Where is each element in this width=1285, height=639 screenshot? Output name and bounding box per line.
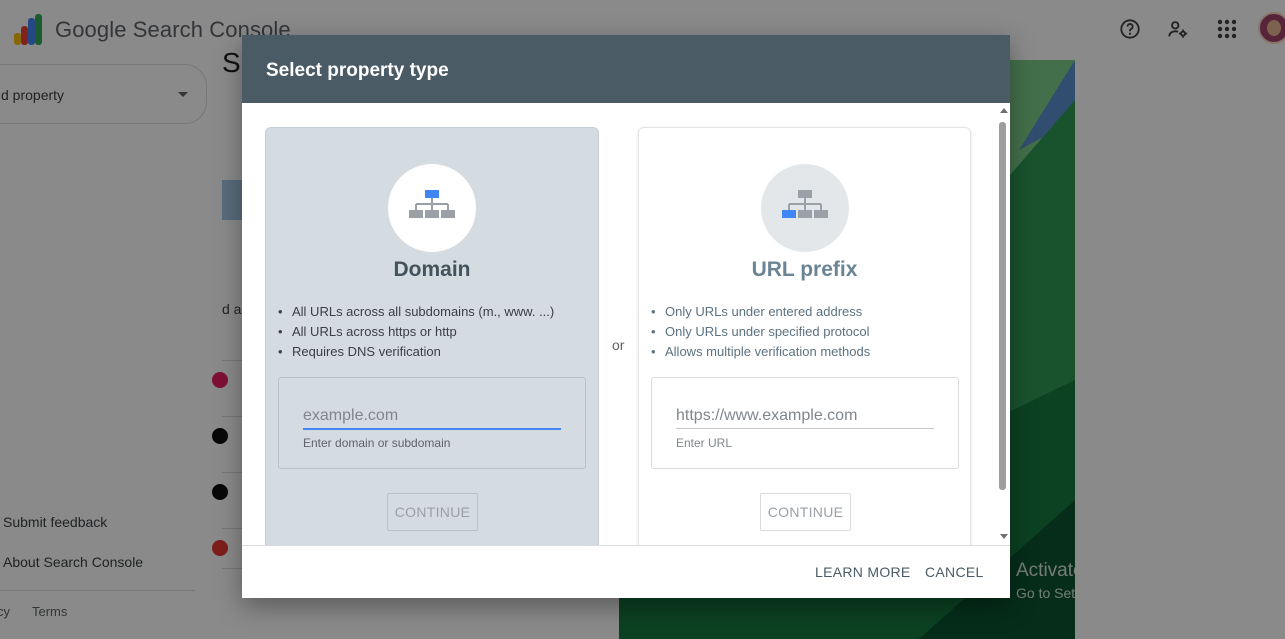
domain-continue-button[interactable]: CONTINUE [387,493,478,531]
url-input-underline [676,428,934,429]
url-input-helper: Enter URL [676,436,733,450]
domain-feature-item: All URLs across all subdomains (m., www.… [278,302,554,322]
cancel-button[interactable]: CANCEL [925,564,984,580]
url-input-container: Enter URL [651,377,959,469]
dialog-body: Domain All URLs across all subdomains (m… [242,103,1010,545]
url-prefix-continue-button[interactable]: CONTINUE [760,493,851,531]
url-prefix-hierarchy-icon [782,190,828,218]
select-property-type-dialog: Select property type Domain All URLs acr… [242,35,1010,598]
url-input[interactable] [676,402,934,430]
scroll-down-arrow-icon[interactable] [1000,534,1008,539]
dialog-scrollbar[interactable] [997,103,1009,545]
dialog-footer: LEARN MORE CANCEL [242,545,1010,598]
domain-feature-list: All URLs across all subdomains (m., www.… [278,302,554,362]
url-prefix-card[interactable]: URL prefix Only URLs under entered addre… [638,127,971,545]
or-separator: or [612,337,625,353]
learn-more-button[interactable]: LEARN MORE [815,564,911,580]
url-prefix-feature-list: Only URLs under entered address Only URL… [651,302,870,362]
domain-input-container: Enter domain or subdomain [278,377,586,469]
scrollbar-thumb[interactable] [999,122,1006,490]
domain-feature-item: Requires DNS verification [278,342,554,362]
domain-input-helper: Enter domain or subdomain [303,436,451,450]
domain-input[interactable] [303,402,561,430]
dialog-header: Select property type [242,35,1010,103]
domain-title: Domain [393,258,471,281]
domain-input-underline [303,428,561,430]
url-prefix-title: URL prefix [751,258,858,281]
scroll-up-arrow-icon[interactable] [1000,108,1008,113]
dialog-title: Select property type [266,60,449,81]
domain-card[interactable]: Domain All URLs across all subdomains (m… [265,127,599,545]
domain-icon-circle [388,164,476,252]
url-prefix-feature-item: Only URLs under entered address [651,302,870,322]
url-prefix-feature-item: Allows multiple verification methods [651,342,870,362]
url-prefix-icon-circle [761,164,849,252]
domain-feature-item: All URLs across https or http [278,322,554,342]
domain-hierarchy-icon [409,190,455,218]
url-prefix-feature-item: Only URLs under specified protocol [651,322,870,342]
